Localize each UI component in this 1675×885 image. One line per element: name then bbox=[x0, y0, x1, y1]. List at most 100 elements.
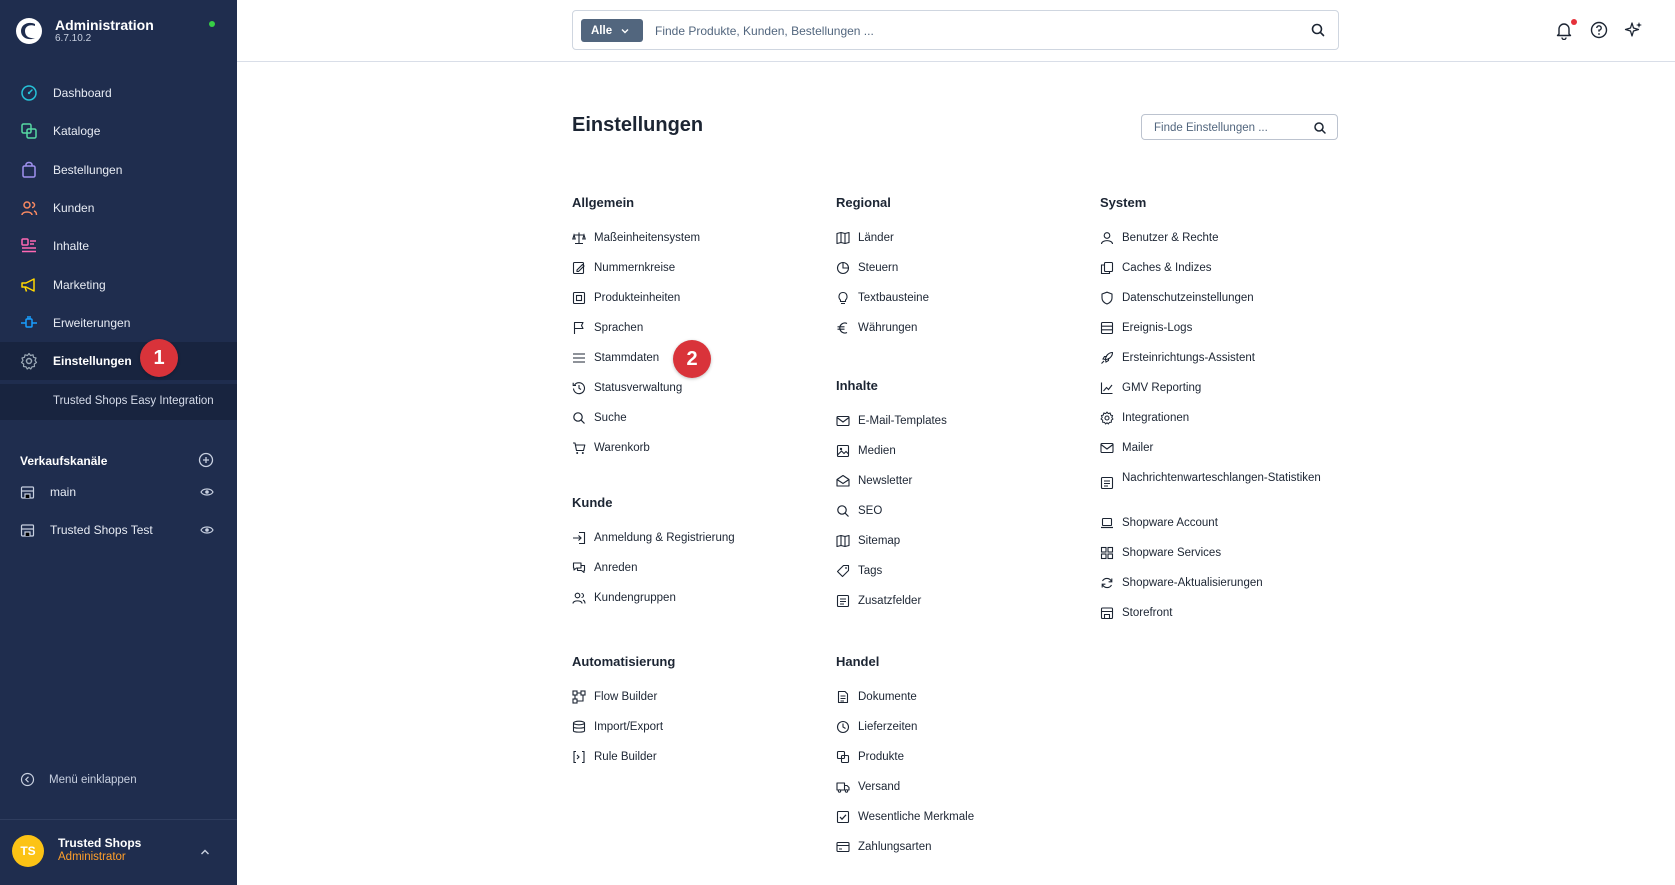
setting-label: Nachrichtenwarteschlangen-Statistiken bbox=[1122, 472, 1321, 484]
setting-import-export[interactable]: Import/Export bbox=[572, 719, 822, 749]
setting-label: Anreden bbox=[594, 562, 638, 574]
user-menu[interactable]: TS Trusted Shops Administrator bbox=[0, 819, 237, 885]
group-automatisierung: Automatisierung Flow Builder Import/Expo… bbox=[572, 654, 822, 779]
setting-produkteinheiten[interactable]: Produkteinheiten bbox=[572, 290, 822, 320]
setting-zahlungsarten[interactable]: Zahlungsarten bbox=[836, 839, 1086, 869]
app-version: 6.7.10.2 bbox=[55, 33, 92, 44]
flag-icon bbox=[573, 321, 584, 334]
setting-kundengruppen[interactable]: Kundengruppen bbox=[572, 590, 822, 620]
setting-zusatzfelder[interactable]: Zusatzfelder bbox=[836, 593, 1086, 623]
setting-nummernkreise[interactable]: Nummernkreise bbox=[572, 260, 822, 290]
setting-produkte[interactable]: Produkte bbox=[836, 749, 1086, 779]
setting-shopware-aktualisierungen[interactable]: Shopware-Aktualisierungen bbox=[1100, 575, 1350, 605]
nav-item-bestellungen[interactable]: Bestellungen bbox=[0, 151, 237, 189]
setting-integrationen[interactable]: Integrationen bbox=[1100, 410, 1350, 440]
setting-wesentliche-merkmale[interactable]: Wesentliche Merkmale bbox=[836, 809, 1086, 839]
setting-datenschutzeinstellungen[interactable]: Datenschutzeinstellungen bbox=[1100, 290, 1350, 320]
setting-medien[interactable]: Medien bbox=[836, 443, 1086, 473]
group-list: Länder Steuern Textbausteine Währungen bbox=[836, 230, 1086, 350]
nav-item-dashboard[interactable]: Dashboard bbox=[0, 74, 237, 112]
help-icon[interactable] bbox=[1589, 20, 1609, 40]
setting-waehrungen[interactable]: Währungen bbox=[836, 320, 1086, 350]
sign-in-icon bbox=[573, 531, 586, 545]
setting-laender[interactable]: Länder bbox=[836, 230, 1086, 260]
setting-sitemap[interactable]: Sitemap bbox=[836, 533, 1086, 563]
setting-suche[interactable]: Suche bbox=[572, 410, 822, 440]
setting-email-templates[interactable]: E-Mail-Templates bbox=[836, 413, 1086, 443]
nav-item-kataloge[interactable]: Kataloge bbox=[0, 112, 237, 150]
setting-shopware-services[interactable]: Shopware Services bbox=[1100, 545, 1350, 575]
setting-stammdaten[interactable]: Stammdaten bbox=[572, 350, 822, 380]
setting-steuern[interactable]: Steuern bbox=[836, 260, 1086, 290]
step-badge-1: 1 bbox=[140, 339, 178, 377]
search-icon[interactable] bbox=[1310, 22, 1326, 38]
search-icon[interactable] bbox=[1313, 121, 1327, 135]
nav-item-erweiterungen[interactable]: Erweiterungen bbox=[0, 304, 237, 342]
users-icon bbox=[21, 201, 38, 216]
add-circle-icon[interactable] bbox=[198, 452, 214, 468]
sparkle-icon[interactable] bbox=[1624, 20, 1644, 40]
setting-nachrichtenwarteschlangen-statistiken[interactable]: Nachrichtenwarteschlangen-Statistiken bbox=[1100, 470, 1350, 515]
setting-benutzer-rechte[interactable]: Benutzer & Rechte bbox=[1100, 230, 1350, 260]
shopware-logo[interactable] bbox=[15, 17, 43, 45]
eye-icon[interactable] bbox=[200, 485, 214, 499]
setting-newsletter[interactable]: Newsletter bbox=[836, 473, 1086, 503]
setting-label: Flow Builder bbox=[594, 691, 658, 703]
setting-label: Sitemap bbox=[858, 535, 901, 547]
setting-ereignis-logs[interactable]: Ereignis-Logs bbox=[1100, 320, 1350, 350]
setting-statusverwaltung[interactable]: Statusverwaltung bbox=[572, 380, 822, 410]
setting-tags[interactable]: Tags bbox=[836, 563, 1086, 593]
setting-storefront[interactable]: Storefront bbox=[1100, 605, 1350, 635]
eye-icon[interactable] bbox=[200, 523, 214, 537]
nav-item-inhalte[interactable]: Inhalte bbox=[0, 227, 237, 265]
group-list: E-Mail-Templates Medien Newsletter SEO S… bbox=[836, 413, 1086, 623]
subnav-einstellungen: Trusted Shops Easy Integration bbox=[0, 384, 237, 420]
setting-lieferzeiten[interactable]: Lieferzeiten bbox=[836, 719, 1086, 749]
sales-channels-title: Verkaufskanäle bbox=[20, 454, 108, 468]
setting-seo[interactable]: SEO bbox=[836, 503, 1086, 533]
setting-ersteinrichtungs-assistent[interactable]: Ersteinrichtungs-Assistent bbox=[1100, 350, 1350, 380]
setting-label: Stammdaten bbox=[594, 352, 660, 364]
setting-shopware-account[interactable]: Shopware Account bbox=[1100, 515, 1350, 545]
gear-icon bbox=[20, 353, 38, 370]
nav-label: Marketing bbox=[53, 277, 106, 292]
setting-label: Suche bbox=[594, 412, 627, 424]
search-type-label: Alle bbox=[591, 24, 613, 37]
setting-label: Statusverwaltung bbox=[594, 382, 683, 394]
chevron-up-icon[interactable] bbox=[199, 846, 211, 858]
euro-icon bbox=[837, 322, 848, 334]
setting-sprachen[interactable]: Sprachen bbox=[572, 320, 822, 350]
search-type-dropdown[interactable]: Alle bbox=[581, 19, 643, 42]
settings-search bbox=[1141, 114, 1338, 140]
gauge-icon bbox=[21, 85, 37, 101]
setting-label: Maßeinheitensystem bbox=[594, 232, 701, 244]
setting-dokumente[interactable]: Dokumente bbox=[836, 689, 1086, 719]
nav-item-kunden[interactable]: Kunden bbox=[0, 189, 237, 227]
setting-mailer[interactable]: Mailer bbox=[1100, 440, 1350, 470]
map-icon bbox=[836, 534, 850, 548]
setting-warenkorb[interactable]: Warenkorb bbox=[572, 440, 822, 470]
setting-anmeldung-registrierung[interactable]: Anmeldung & Registrierung bbox=[572, 530, 822, 560]
settings-search-input[interactable] bbox=[1154, 119, 1304, 136]
setting-textbausteine[interactable]: Textbausteine bbox=[836, 290, 1086, 320]
nav-item-marketing[interactable]: Marketing bbox=[0, 265, 237, 303]
nav-label: Bestellungen bbox=[53, 162, 123, 177]
sales-channel-trusted-shops-test[interactable]: Trusted Shops Test bbox=[20, 520, 220, 540]
nav-item-einstellungen[interactable]: Einstellungen bbox=[0, 342, 237, 381]
collapse-menu-button[interactable]: Menü einklappen bbox=[20, 772, 137, 787]
setting-versand[interactable]: Versand bbox=[836, 779, 1086, 809]
setting-gmv-reporting[interactable]: GMV Reporting bbox=[1100, 380, 1350, 410]
cart-icon bbox=[573, 442, 586, 454]
chevron-down-icon bbox=[621, 28, 629, 33]
setting-flow-builder[interactable]: Flow Builder bbox=[572, 689, 822, 719]
subnav-item-trusted-shops[interactable]: Trusted Shops Easy Integration bbox=[53, 395, 223, 407]
setting-caches-indizes[interactable]: Caches & Indizes bbox=[1100, 260, 1350, 290]
sales-channel-main[interactable]: main bbox=[20, 482, 220, 502]
catalog-icon bbox=[21, 123, 37, 140]
search-input[interactable] bbox=[655, 19, 1295, 42]
user-icon bbox=[1100, 232, 1114, 245]
setting-anreden[interactable]: Anreden bbox=[572, 560, 822, 590]
group-title: Allgemein bbox=[572, 195, 635, 210]
setting-masseinheitensystem[interactable]: Maßeinheitensystem bbox=[572, 230, 822, 260]
setting-rule-builder[interactable]: Rule Builder bbox=[572, 749, 822, 779]
